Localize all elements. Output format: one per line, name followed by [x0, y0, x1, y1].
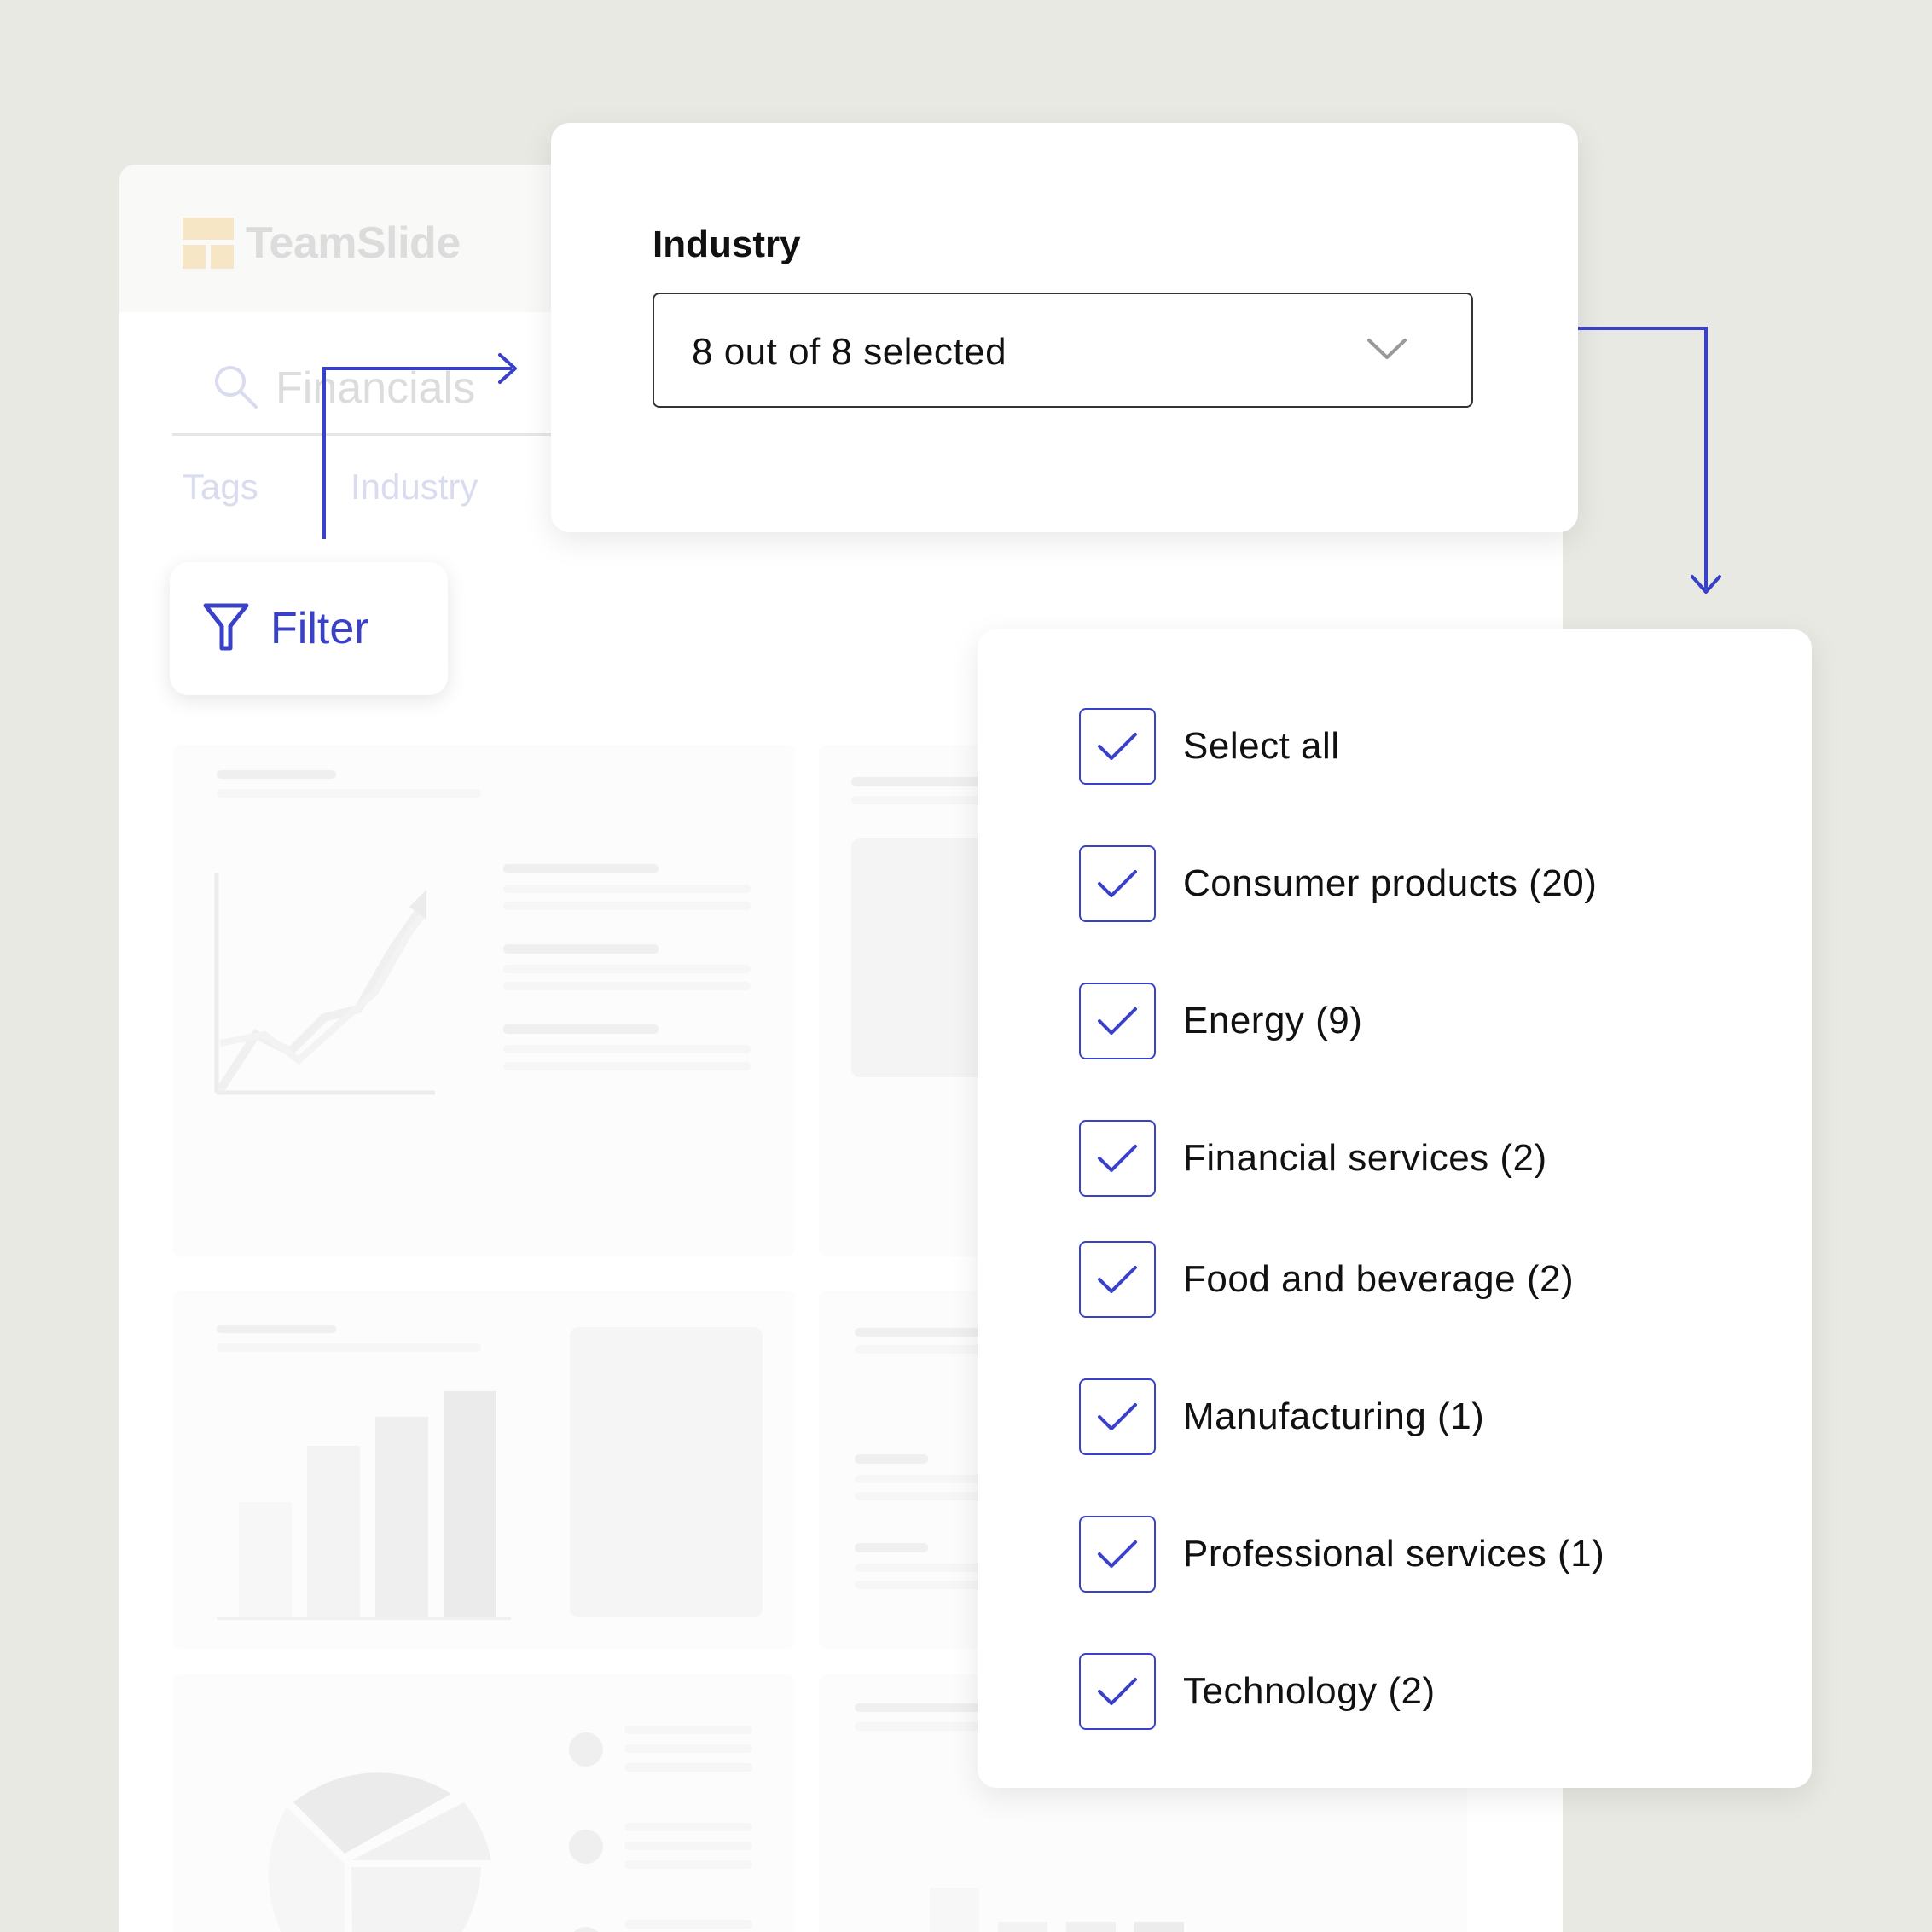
option-label: Select all — [1183, 725, 1340, 767]
dashboard-card-pie-chart — [172, 1674, 795, 1932]
checkbox[interactable] — [1079, 983, 1156, 1059]
chevron-down-icon — [1366, 335, 1408, 367]
option-label: Professional services (1) — [1183, 1533, 1605, 1575]
industry-select-value: 8 out of 8 selected — [692, 331, 1007, 373]
filter-button[interactable]: Filter — [170, 562, 448, 695]
option-technology[interactable]: Technology (2) — [1079, 1651, 1436, 1732]
checkbox[interactable] — [1079, 1120, 1156, 1197]
check-icon — [1098, 1540, 1137, 1568]
check-icon — [1098, 1145, 1137, 1172]
search-input[interactable]: Financials — [276, 363, 475, 414]
checkbox[interactable] — [1079, 708, 1156, 785]
option-label: Energy (9) — [1183, 1000, 1363, 1041]
filter-icon — [202, 602, 250, 656]
tab-tags[interactable]: Tags — [183, 466, 258, 508]
check-icon — [1098, 1678, 1137, 1705]
checkbox[interactable] — [1079, 1516, 1156, 1593]
option-energy[interactable]: Energy (9) — [1079, 981, 1362, 1061]
option-label: Consumer products (20) — [1183, 862, 1598, 904]
option-financial-services[interactable]: Financial services (2) — [1079, 1118, 1547, 1198]
search-icon — [212, 363, 261, 416]
check-icon — [1098, 733, 1137, 760]
checkbox[interactable] — [1079, 1653, 1156, 1730]
check-icon — [1098, 1266, 1137, 1293]
option-select-all[interactable]: Select all — [1079, 706, 1340, 786]
option-label: Technology (2) — [1183, 1670, 1436, 1712]
check-icon — [1098, 1403, 1137, 1430]
industry-select[interactable]: 8 out of 8 selected — [653, 293, 1473, 408]
dashboard-card-bar-chart — [172, 1291, 795, 1649]
checkbox[interactable] — [1079, 845, 1156, 922]
option-label: Manufacturing (1) — [1183, 1395, 1485, 1437]
tab-industry[interactable]: Industry — [351, 466, 478, 508]
industry-label: Industry — [653, 223, 801, 265]
option-food-and-beverage[interactable]: Food and beverage (2) — [1079, 1239, 1574, 1320]
option-label: Financial services (2) — [1183, 1137, 1547, 1179]
option-consumer-products[interactable]: Consumer products (20) — [1079, 844, 1597, 924]
option-manufacturing[interactable]: Manufacturing (1) — [1079, 1377, 1484, 1457]
checkbox[interactable] — [1079, 1241, 1156, 1318]
check-icon — [1098, 1007, 1137, 1035]
industry-to-options-arrow — [1578, 327, 1721, 594]
logo-mark — [183, 218, 234, 269]
option-label: Food and beverage (2) — [1183, 1258, 1575, 1300]
filter-button-label: Filter — [270, 604, 369, 653]
option-professional-services[interactable]: Professional services (1) — [1079, 1514, 1604, 1594]
checkbox[interactable] — [1079, 1378, 1156, 1455]
industry-options-dropdown: Select all Consumer products (20) Energy… — [978, 629, 1812, 1788]
brand-name: TeamSlide — [246, 218, 461, 268]
dashboard-card-line-chart — [172, 745, 795, 1256]
check-icon — [1098, 870, 1137, 897]
industry-filter-card: Industry 8 out of 8 selected — [551, 123, 1578, 532]
